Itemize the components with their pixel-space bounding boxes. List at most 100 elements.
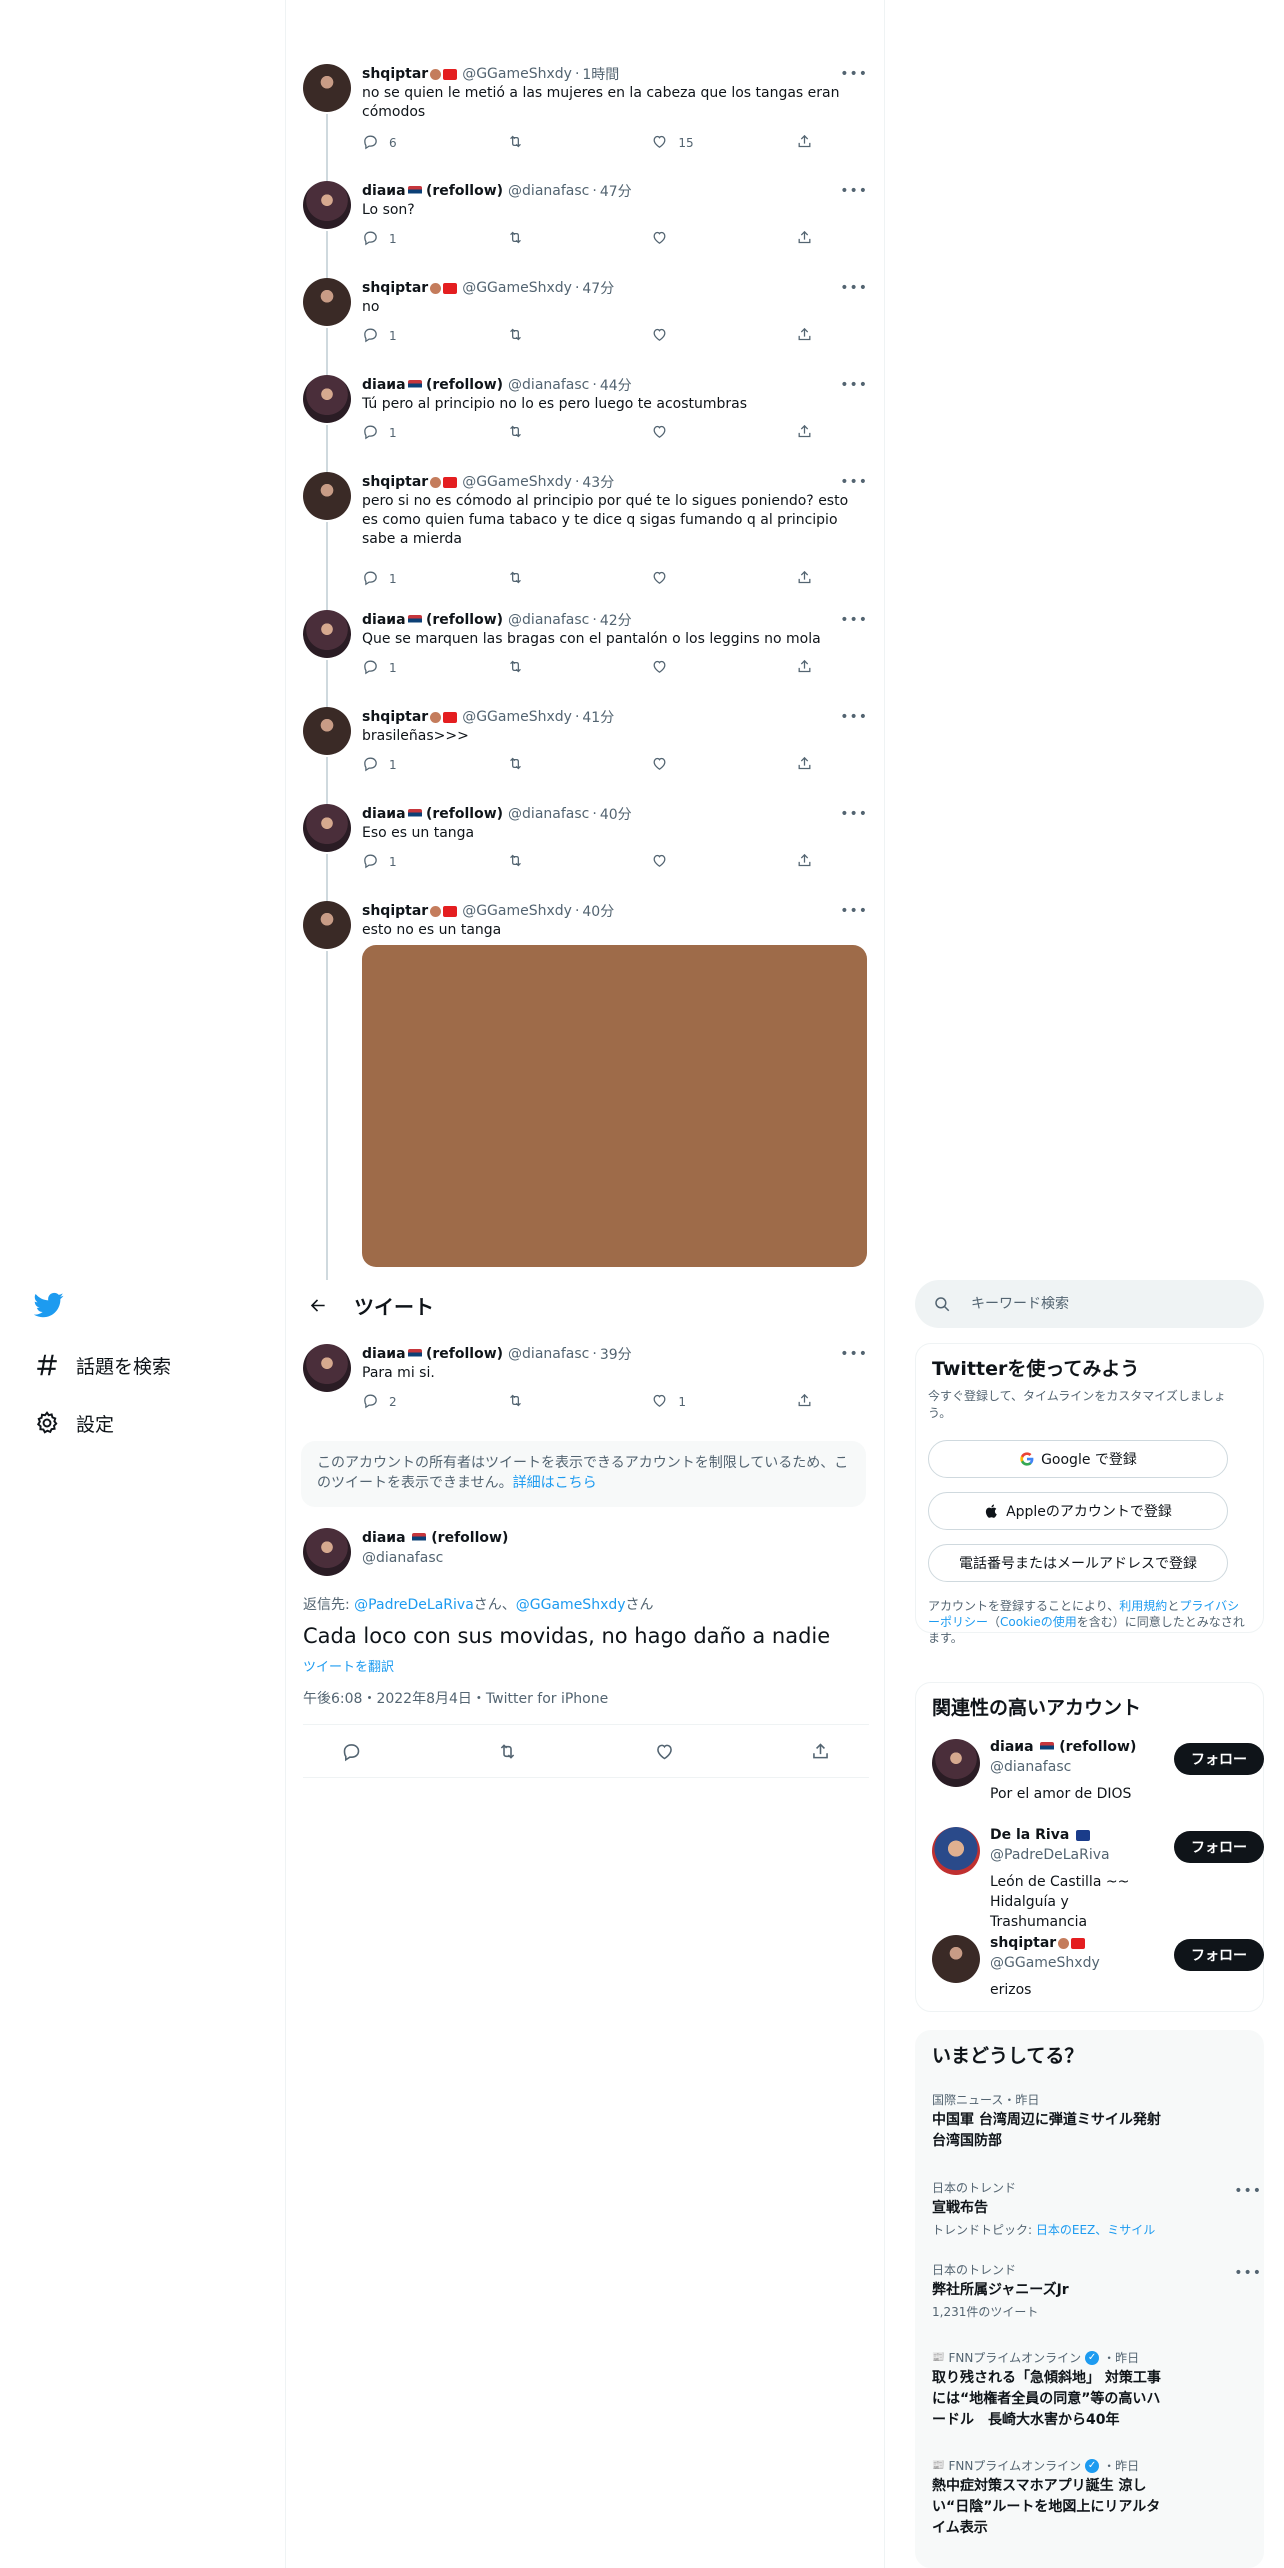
account-name[interactable]: diaиa (refollow) (990, 1739, 1136, 1755)
share-button[interactable] (796, 229, 816, 249)
more-options-icon[interactable]: ••• (840, 806, 868, 822)
like-icon[interactable] (654, 1741, 675, 1762)
avatar[interactable] (303, 610, 351, 658)
translate-link[interactable]: ツイートを翻訳 (303, 1656, 394, 1675)
retweet-button[interactable] (507, 229, 567, 249)
avatar[interactable] (303, 64, 351, 112)
avatar[interactable] (303, 1344, 351, 1392)
thread-tweet[interactable]: shqiptar @GGameShxdy · 43分 ••• pero si n… (286, 472, 886, 586)
account-handle[interactable]: @GGameShxdy (990, 1955, 1100, 1971)
tweet-time[interactable]: 40分 (582, 901, 614, 921)
more-options-icon[interactable]: ••• (840, 66, 868, 82)
author-name[interactable]: diaиa (362, 1346, 406, 1362)
tweet-time[interactable]: 47分 (582, 278, 614, 298)
follow-button[interactable]: フォロー (1174, 1831, 1264, 1863)
retweet-button[interactable] (507, 1392, 567, 1412)
nav-item-settings[interactable]: 設定 (34, 1403, 114, 1443)
thread-tweet[interactable]: shqiptar @GGameShxdy · 47分 ••• no 1 (286, 278, 886, 368)
trend-item[interactable]: 📰 FNNプライムオンライン ✓ ・昨日 熱中症対策スマホアプリ誕生 涼しい“日陰”ル… (932, 2457, 1232, 2539)
trend-item[interactable]: 📰 FNNプライムオンライン ✓ ・昨日 取り残される「急傾斜地」 対策工事には“地権… (932, 2349, 1232, 2431)
tweet-date-link[interactable]: 2022年8月4日 (376, 1691, 471, 1707)
avatar[interactable] (303, 181, 351, 229)
thread-tweet[interactable]: diaиa (refollow) @dianafasc · 40分 ••• Es… (286, 804, 886, 894)
author-name[interactable]: shqiptar (362, 280, 428, 296)
avatar[interactable] (932, 1935, 980, 1983)
author-handle[interactable]: @dianafasc (508, 1346, 589, 1362)
thread-tweet[interactable]: shqiptar @GGameShxdy · 40分 ••• esto no e… (286, 901, 886, 1267)
tweet-time[interactable]: 47分 (600, 181, 632, 201)
retweet-button[interactable] (507, 423, 567, 443)
reply-button[interactable]: 1 (362, 852, 422, 872)
avatar[interactable] (303, 375, 351, 423)
retweet-button[interactable] (507, 326, 567, 346)
like-button[interactable] (651, 755, 711, 775)
retweet-button[interactable] (507, 755, 567, 775)
more-options-icon[interactable]: ••• (840, 280, 868, 296)
trend-item[interactable]: 日本のトレンド 弊社所属ジャニーズJr 1,231件のツイート ••• (932, 2261, 1261, 2320)
reply-button[interactable]: 1 (362, 229, 422, 249)
avatar[interactable] (303, 707, 351, 755)
like-button[interactable] (651, 423, 711, 443)
tweet-time[interactable]: 1時間 (582, 64, 619, 84)
like-button[interactable]: 1 (651, 1392, 711, 1412)
follow-button[interactable]: フォロー (1174, 1743, 1264, 1775)
reply-button[interactable]: 1 (362, 569, 422, 589)
like-button[interactable] (651, 852, 711, 872)
reply-button[interactable]: 1 (362, 423, 422, 443)
retweet-button[interactable] (507, 133, 567, 153)
author-handle[interactable]: @GGameShxdy (462, 280, 572, 296)
tweet-time[interactable]: 40分 (600, 804, 632, 824)
avatar[interactable] (303, 901, 351, 949)
author-name[interactable]: diaиa (362, 183, 406, 199)
share-button[interactable] (796, 658, 816, 678)
thread-tweet[interactable]: diaиa (refollow) @dianafasc · 47分 ••• Lo… (286, 181, 886, 271)
retweet-button[interactable] (507, 852, 567, 872)
avatar[interactable] (932, 1739, 980, 1787)
account-handle[interactable]: @PadreDeLaRiva (990, 1847, 1110, 1863)
apple-signup-button[interactable]: Appleのアカウントで登録 (928, 1492, 1228, 1530)
trend-topic-link[interactable]: 日本のEEZ、ミサイル (1036, 2223, 1155, 2237)
like-button[interactable]: 15 (651, 133, 711, 153)
more-options-icon[interactable]: ••• (840, 709, 868, 725)
trend-item[interactable]: 国際ニュース・昨日 中国軍 台湾周辺に弾道ミサイル発射 台湾国防部 (932, 2091, 1232, 2152)
like-button[interactable] (651, 569, 711, 589)
retweet-button[interactable] (507, 569, 567, 589)
tweet-media-image[interactable] (362, 945, 867, 1267)
more-options-icon[interactable]: ••• (840, 1346, 868, 1362)
search-box[interactable] (915, 1280, 1264, 1328)
tweet-time[interactable]: 41分 (582, 707, 614, 727)
author-name[interactable]: shqiptar (362, 709, 428, 725)
account-handle[interactable]: @dianafasc (990, 1759, 1071, 1775)
avatar[interactable] (303, 804, 351, 852)
share-button[interactable] (796, 755, 816, 775)
more-options-icon[interactable]: ••• (1234, 2183, 1262, 2199)
twitter-logo-icon[interactable] (33, 1290, 64, 1320)
avatar[interactable] (303, 1528, 351, 1576)
author-handle[interactable]: @GGameShxdy (462, 709, 572, 725)
tweet-source-link[interactable]: Twitter for iPhone (486, 1691, 608, 1707)
nav-item-explore[interactable]: 話題を検索 (34, 1345, 171, 1385)
share-button[interactable] (796, 569, 816, 589)
like-button[interactable] (651, 658, 711, 678)
tweet-time[interactable]: 43分 (582, 472, 614, 492)
more-options-icon[interactable]: ••• (840, 903, 868, 919)
reply-button[interactable]: 1 (362, 658, 422, 678)
thread-tweet[interactable]: diaиa (refollow) @dianafasc · 42分 ••• Qu… (286, 610, 886, 700)
author-handle[interactable]: @dianafasc (508, 183, 589, 199)
share-button[interactable] (796, 423, 816, 443)
reply-to-link-2[interactable]: @GGameShxdy (516, 1597, 626, 1613)
related-account[interactable]: diaиa (refollow) @dianafasc Por el amor … (932, 1739, 1264, 1819)
account-name[interactable]: shqiptar (990, 1935, 1086, 1951)
author-name[interactable]: shqiptar (362, 474, 428, 490)
cookie-link[interactable]: Cookieの使用 (1000, 1615, 1077, 1629)
google-signup-button[interactable]: Google で登録 (928, 1440, 1228, 1478)
retweet-icon[interactable] (497, 1741, 518, 1762)
share-button[interactable] (796, 326, 816, 346)
author-handle[interactable]: @GGameShxdy (462, 474, 572, 490)
reply-button[interactable]: 1 (362, 755, 422, 775)
reply-button[interactable]: 6 (362, 133, 422, 153)
tweet-time[interactable]: 39分 (600, 1344, 632, 1364)
retweet-button[interactable] (507, 658, 567, 678)
author-handle[interactable]: @dianafasc (508, 806, 589, 822)
thread-tweet[interactable]: shqiptar @GGameShxdy · 41分 ••• brasileña… (286, 707, 886, 797)
